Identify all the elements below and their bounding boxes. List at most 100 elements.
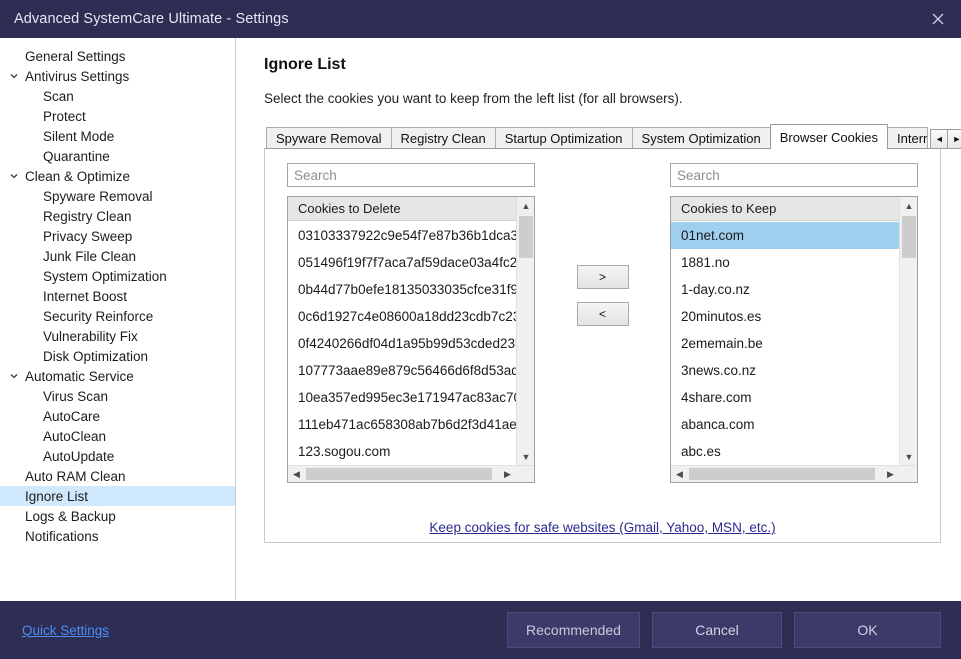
tab-startup-optimization[interactable]: Startup Optimization [494,127,633,149]
sidebar-item-label: Junk File Clean [43,248,137,264]
sidebar-item-notifications[interactable]: Notifications [0,526,235,546]
sidebar-item-automatic-service[interactable]: Automatic Service [0,366,235,386]
window-title: Advanced SystemCare Ultimate - Settings [14,11,289,27]
scroll-down-icon[interactable]: ▼ [517,448,534,465]
sidebar-item-disk-optimization[interactable]: Disk Optimization [0,346,235,366]
scroll-right-icon[interactable]: ▶ [499,466,516,482]
sidebar-item-ignore-list[interactable]: Ignore List [0,486,235,506]
tab-browser-cookies[interactable]: Browser Cookies [769,124,889,149]
scroll-down-icon[interactable]: ▼ [900,448,917,465]
sidebar-item-virus-scan[interactable]: Virus Scan [0,386,235,406]
cookies-to-keep-listbox[interactable]: Cookies to Keep 01net.com 1881.no 1-day.co… [670,196,918,483]
sidebar-item-antivirus-settings[interactable]: Antivirus Settings [0,66,235,86]
sidebar-item-auto-ram-clean[interactable]: Auto RAM Clean [0,466,235,486]
cookies-to-keep-items: 01net.com 1881.no 1-day.co.nz 20minutos.es 2… [671,222,899,464]
scroll-left-icon[interactable]: ◀ [671,466,688,482]
sidebar-item-internet-boost[interactable]: Internet Boost [0,286,235,306]
list-item[interactable]: 051496f19f7f7aca7af59dace03a4fc2.s [288,249,516,276]
delete-list-vertical-scrollbar[interactable]: ▲ ▼ [516,197,534,465]
horizontal-scroll-thumb[interactable] [306,468,492,480]
close-icon [932,13,944,25]
browser-cookies-tab-panel: Cookies to Delete 03103337922c9e54f7e87b… [264,148,941,543]
sidebar-item-label: Privacy Sweep [43,228,133,244]
sidebar-item-autoclean[interactable]: AutoClean [0,426,235,446]
tab-scroll-next-button[interactable]: ► [948,129,961,149]
safe-websites-link[interactable]: Keep cookies for safe websites (Gmail, Y… [429,520,775,535]
list-item[interactable]: 1881.no [671,249,899,276]
sidebar-item-label: AutoCare [43,408,101,424]
vertical-scroll-thumb[interactable] [902,216,916,258]
vertical-scroll-thumb[interactable] [519,216,533,258]
ok-button[interactable]: OK [794,612,941,648]
sidebar-item-logs-backup[interactable]: Logs & Backup [0,506,235,526]
list-item[interactable]: 123.sogou.com [288,438,516,464]
scroll-right-icon[interactable]: ▶ [882,466,899,482]
list-item[interactable]: 01net.com [671,222,899,249]
move-to-delete-button[interactable]: < [576,302,629,326]
list-item[interactable]: 03103337922c9e54f7e87b36b1dca3f. [288,222,516,249]
tab-scroll-prev-button[interactable]: ◄ [930,129,949,149]
tab-registry-clean[interactable]: Registry Clean [390,127,496,149]
list-item[interactable]: 2ememain.be [671,330,899,357]
tab-label: Startup Optimization [504,131,623,146]
sidebar-item-label: Spyware Removal [43,188,153,204]
delete-list-horizontal-scrollbar[interactable]: ◀ ▶ [288,465,534,482]
sidebar-item-vulnerability-fix[interactable]: Vulnerability Fix [0,326,235,346]
list-item[interactable]: 1-day.co.nz [671,276,899,303]
quick-settings-link[interactable]: Quick Settings [22,623,109,638]
move-to-keep-button[interactable]: > [576,265,629,289]
sidebar-item-spyware-removal[interactable]: Spyware Removal [0,186,235,206]
sidebar-item-autocare[interactable]: AutoCare [0,406,235,426]
sidebar-item-label: Automatic Service [25,368,134,384]
sidebar-item-protect[interactable]: Protect [0,106,235,126]
tab-label: Registry Clean [400,131,486,146]
sidebar-item-label: Disk Optimization [43,348,149,364]
sidebar-item-general-settings[interactable]: General Settings [0,46,235,66]
sidebar-item-autoupdate[interactable]: AutoUpdate [0,446,235,466]
scroll-left-icon[interactable]: ◀ [288,466,305,482]
cookies-to-delete-header: Cookies to Delete [288,197,516,221]
recommended-button[interactable]: Recommended [507,612,640,648]
window-body: General Settings Antivirus Settings Scan Pr… [0,38,961,601]
list-item[interactable]: 3news.co.nz [671,357,899,384]
keep-list-search-input[interactable] [670,163,918,187]
keep-list-horizontal-scrollbar[interactable]: ◀ ▶ [671,465,917,482]
list-item[interactable]: 20minutos.es [671,303,899,330]
list-item[interactable]: abc.es [671,438,899,464]
sidebar-item-system-optimization[interactable]: System Optimization [0,266,235,286]
scroll-up-icon[interactable]: ▲ [517,197,534,214]
horizontal-scroll-thumb[interactable] [689,468,875,480]
chevron-down-icon[interactable] [9,66,19,86]
list-item[interactable]: 0b44d77b0efe18135033035cfce31f90 [288,276,516,303]
sidebar-item-label: Security Reinforce [43,308,154,324]
tab-interr[interactable]: Interr [887,127,929,149]
tab-spyware-removal[interactable]: Spyware Removal [266,127,392,149]
close-button[interactable] [915,0,961,38]
sidebar-item-registry-clean[interactable]: Registry Clean [0,206,235,226]
delete-list-search-input[interactable] [287,163,535,187]
sidebar-item-label: Notifications [25,528,99,544]
sidebar-item-clean-optimize[interactable]: Clean & Optimize [0,166,235,186]
tab-strip: Spyware Removal Registry Clean Startup Opt… [264,124,961,149]
list-item[interactable]: 111eb471ac658308ab7b6d2f3d41ae8 [288,411,516,438]
sidebar-item-scan[interactable]: Scan [0,86,235,106]
sidebar-item-silent-mode[interactable]: Silent Mode [0,126,235,146]
cookies-to-delete-listbox[interactable]: Cookies to Delete 03103337922c9e54f7e87b… [287,196,535,483]
list-item[interactable]: 107773aae89e879c56466d6f8d53adf. [288,357,516,384]
chevron-down-icon[interactable] [9,366,19,386]
chevron-down-icon[interactable] [9,166,19,186]
list-item[interactable]: 4share.com [671,384,899,411]
keep-list-vertical-scrollbar[interactable]: ▲ ▼ [899,197,917,465]
sidebar-item-security-reinforce[interactable]: Security Reinforce [0,306,235,326]
sidebar-item-junk-file-clean[interactable]: Junk File Clean [0,246,235,266]
sidebar-item-privacy-sweep[interactable]: Privacy Sweep [0,226,235,246]
list-item[interactable]: abanca.com [671,411,899,438]
list-item[interactable]: 0c6d1927c4e08600a18dd23cdb7c23c [288,303,516,330]
list-item[interactable]: 10ea357ed995ec3e171947ac83ac705 [288,384,516,411]
scroll-up-icon[interactable]: ▲ [900,197,917,214]
tab-system-optimization[interactable]: System Optimization [631,127,771,149]
list-item[interactable]: 0f4240266df04d1a95b99d53cded23b [288,330,516,357]
sidebar-item-quarantine[interactable]: Quarantine [0,146,235,166]
cancel-button[interactable]: Cancel [652,612,782,648]
dual-list-row: Cookies to Delete 03103337922c9e54f7e87b… [287,163,918,483]
